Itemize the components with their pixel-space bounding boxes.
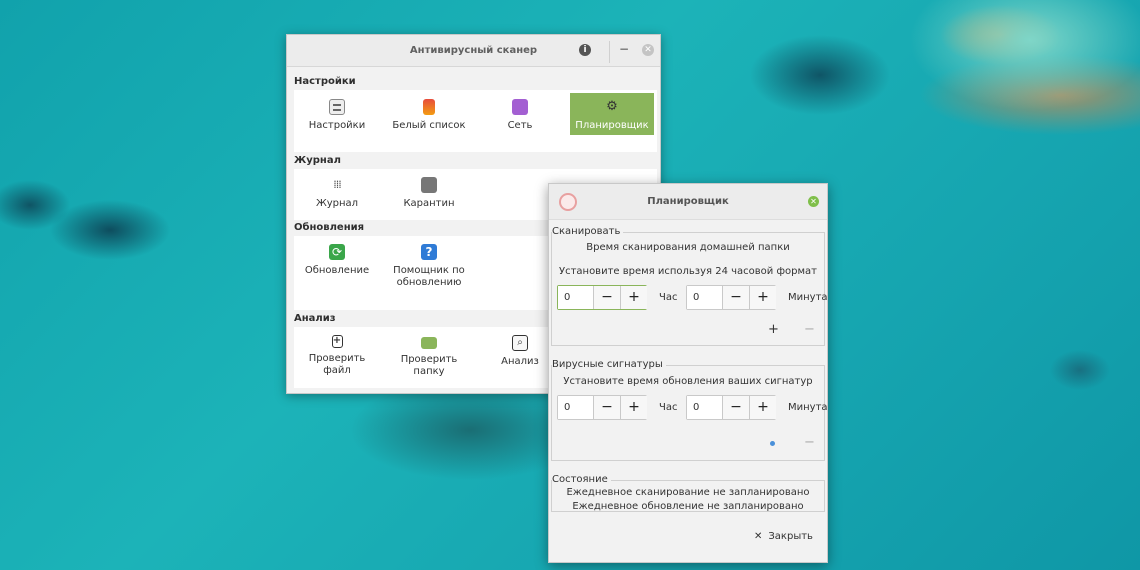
tile-scheduler-label: Планировщик xyxy=(575,120,649,131)
sig-minute-plus-button[interactable]: + xyxy=(749,396,776,419)
close-window-button[interactable]: ✕ xyxy=(642,44,654,56)
scan-hour-input[interactable] xyxy=(558,286,592,309)
tile-scan-folder[interactable]: Проверить папку xyxy=(387,335,471,378)
tile-scheduler[interactable]: ⚙ Планировщик xyxy=(570,93,654,135)
scan-format-hint: Установите время используя 24 часовой фо… xyxy=(558,266,817,277)
tile-settings[interactable]: Настройки xyxy=(295,99,379,132)
main-titlebar[interactable]: Антивирусный сканер i − ✕ xyxy=(287,35,660,67)
sig-hour-input[interactable] xyxy=(558,396,592,419)
about-info-icon[interactable]: i xyxy=(579,44,591,56)
signatures-frame: Вирусные сигнатуры Установите время обно… xyxy=(551,359,828,461)
tile-whitelist[interactable]: Белый список xyxy=(387,99,471,132)
status-legend: Состояние xyxy=(552,474,611,485)
sig-minute-spinner[interactable]: − + xyxy=(686,395,776,420)
help-icon: ? xyxy=(421,244,437,260)
refresh-icon: ⟳ xyxy=(329,244,345,260)
scan-minute-minus-button[interactable]: − xyxy=(722,286,749,309)
tile-scan-file-label: Проверить файл xyxy=(308,353,366,376)
magnifier-icon: ⌕ xyxy=(512,335,528,351)
settings-panel: Настройки Белый список Сеть ⚙ Планировщи… xyxy=(294,90,657,152)
tile-scan-folder-label: Проверить папку xyxy=(400,354,458,377)
remove-sig-time-button[interactable]: − xyxy=(804,435,815,450)
titlebar-separator xyxy=(609,41,610,63)
tile-settings-label: Настройки xyxy=(308,120,366,131)
folder-icon xyxy=(421,337,437,349)
tile-quarantine[interactable]: Карантин xyxy=(387,177,471,210)
status-scan-text: Ежедневное сканирование не запланировано xyxy=(566,487,810,498)
tile-network-label: Сеть xyxy=(507,120,533,131)
network-icon xyxy=(512,99,528,115)
add-scan-time-button[interactable]: + xyxy=(768,322,779,337)
tile-journal[interactable]: ⁞⁞⁞ Журнал xyxy=(295,177,379,210)
signatures-description: Установите время обновления ваших сигнат… xyxy=(563,376,813,387)
sig-hour-plus-button[interactable]: + xyxy=(620,396,647,419)
close-dialog-icon[interactable]: ✕ xyxy=(808,196,819,207)
sig-minute-label: Минута xyxy=(788,402,828,413)
tile-update-label: Обновление xyxy=(304,265,370,276)
tile-scan-file[interactable]: + Проверить файл xyxy=(295,335,379,377)
scan-hour-plus-button[interactable]: + xyxy=(620,286,647,309)
main-window-title: Антивирусный сканер xyxy=(409,45,538,56)
status-update-text: Ежедневное обновление не запланировано xyxy=(572,501,804,512)
gear-icon: ⚙ xyxy=(606,99,618,114)
scheduler-dialog: Планировщик ✕ Сканировать Время сканиров… xyxy=(548,183,828,563)
remove-scan-time-button[interactable]: − xyxy=(804,322,815,337)
scan-description: Время сканирования домашней папки xyxy=(586,242,790,253)
scan-minute-input[interactable] xyxy=(687,286,721,309)
tile-quarantine-label: Карантин xyxy=(403,198,455,209)
scan-minute-spinner[interactable]: − + xyxy=(686,285,776,310)
scan-hour-minus-button[interactable]: − xyxy=(593,286,620,309)
scan-minute-plus-button[interactable]: + xyxy=(749,286,776,309)
journal-icon: ⁞⁞⁞ xyxy=(333,178,342,191)
close-button[interactable]: ✕ Закрыть xyxy=(754,531,813,542)
tile-update[interactable]: ⟳ Обновление xyxy=(295,244,379,277)
signatures-legend: Вирусные сигнатуры xyxy=(552,359,666,370)
minimize-button[interactable]: − xyxy=(618,43,630,56)
close-x-icon: ✕ xyxy=(754,531,763,542)
tile-network[interactable]: Сеть xyxy=(478,99,562,132)
sig-hour-minus-button[interactable]: − xyxy=(593,396,620,419)
close-button-label: Закрыть xyxy=(768,531,813,542)
sig-minute-input[interactable] xyxy=(687,396,721,419)
settings-icon xyxy=(329,99,345,115)
scan-frame: Сканировать Время сканирования домашней … xyxy=(551,226,828,346)
scan-legend: Сканировать xyxy=(552,226,624,237)
tile-update-assistant[interactable]: ? Помощник по обновлению xyxy=(387,244,471,289)
tile-journal-label: Журнал xyxy=(315,198,359,209)
sig-minute-minus-button[interactable]: − xyxy=(722,396,749,419)
scheduler-title: Планировщик xyxy=(647,196,729,207)
sig-indicator-dot xyxy=(770,441,775,446)
section-header-journal: Журнал xyxy=(294,155,341,166)
whitelist-shield-icon xyxy=(423,99,435,115)
scan-hour-label: Час xyxy=(659,292,678,303)
tile-update-assistant-label: Помощник по обновлению xyxy=(393,265,465,288)
scheduler-titlebar[interactable]: Планировщик ✕ xyxy=(549,184,827,220)
file-plus-icon: + xyxy=(331,335,343,348)
status-frame: Состояние Ежедневное сканирование не зап… xyxy=(551,474,825,512)
section-header-settings: Настройки xyxy=(294,76,356,87)
scan-minute-label: Минута xyxy=(788,292,828,303)
quarantine-bin-icon xyxy=(421,177,437,193)
scan-hour-spinner[interactable]: − + xyxy=(557,285,647,310)
tile-whitelist-label: Белый список xyxy=(392,120,466,131)
sig-hour-spinner[interactable]: − + xyxy=(557,395,647,420)
sig-hour-label: Час xyxy=(659,402,678,413)
